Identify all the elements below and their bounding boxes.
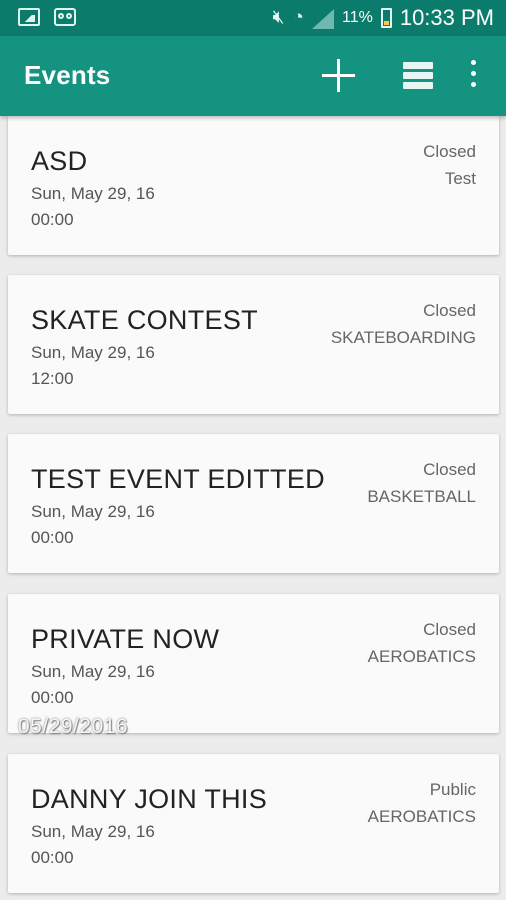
status-bar: 🔇︎ ◔ 11% 10:33 PM (0, 0, 506, 36)
event-name: DANNY JOIN THIS (31, 784, 268, 814)
event-time: 00:00 (31, 848, 74, 867)
app-bar: Events (0, 36, 506, 116)
mute-icon: 🔇︎ (272, 7, 285, 28)
event-card[interactable]: SKATE CONTEST Sun, May 29, 16 12:00 Clos… (8, 275, 499, 414)
event-status: Closed (423, 460, 476, 479)
overflow-menu-icon[interactable] (464, 60, 482, 90)
page-title: Events (24, 60, 111, 90)
event-date: Sun, May 29, 16 (31, 662, 155, 681)
event-status: Closed (423, 620, 476, 639)
event-status: Closed (423, 301, 476, 320)
event-time: 12:00 (31, 369, 74, 388)
event-date: Sun, May 29, 16 (31, 184, 155, 203)
event-card[interactable]: ASD Sun, May 29, 16 00:00 Closed Test (8, 116, 499, 255)
event-name: PRIVATE NOW (31, 624, 220, 654)
event-name: SKATE CONTEST (31, 305, 258, 335)
event-category: SKATEBOARDING (330, 328, 476, 347)
event-name: ASD (31, 146, 88, 176)
event-time: 00:00 (31, 688, 74, 707)
event-category: AEROBATICS (367, 647, 476, 666)
clock: 10:33 PM (399, 5, 494, 30)
event-date: Sun, May 29, 16 (31, 502, 155, 521)
event-category: Test (444, 169, 476, 188)
event-time: 00:00 (31, 528, 74, 547)
gallery-icon (18, 8, 40, 26)
battery-icon (380, 8, 392, 28)
event-time: 00:00 (31, 210, 74, 229)
event-category: BASKETBALL (367, 487, 476, 506)
wifi-icon: ◔ (292, 7, 304, 28)
event-status: Closed (423, 142, 476, 161)
event-card[interactable]: PRIVATE NOW Sun, May 29, 16 00:00 Closed… (8, 594, 499, 733)
event-category: AEROBATICS (367, 807, 476, 826)
event-name: TEST EVENT EDITTED (31, 464, 325, 494)
event-date: Sun, May 29, 16 (31, 343, 155, 362)
event-status: Public (429, 780, 476, 799)
date-watermark: 05/29/2016 (18, 715, 129, 738)
signal-icon (311, 9, 334, 29)
event-card[interactable]: DANNY JOIN THIS Sun, May 29, 16 00:00 Pu… (8, 754, 499, 893)
voicemail-icon (54, 8, 76, 26)
event-card[interactable]: TEST EVENT EDITTED Sun, May 29, 16 00:00… (8, 434, 499, 573)
list-view-icon[interactable] (403, 62, 433, 89)
battery-percent: 11% (341, 9, 373, 26)
add-icon[interactable] (322, 59, 355, 92)
event-date: Sun, May 29, 16 (31, 822, 155, 841)
